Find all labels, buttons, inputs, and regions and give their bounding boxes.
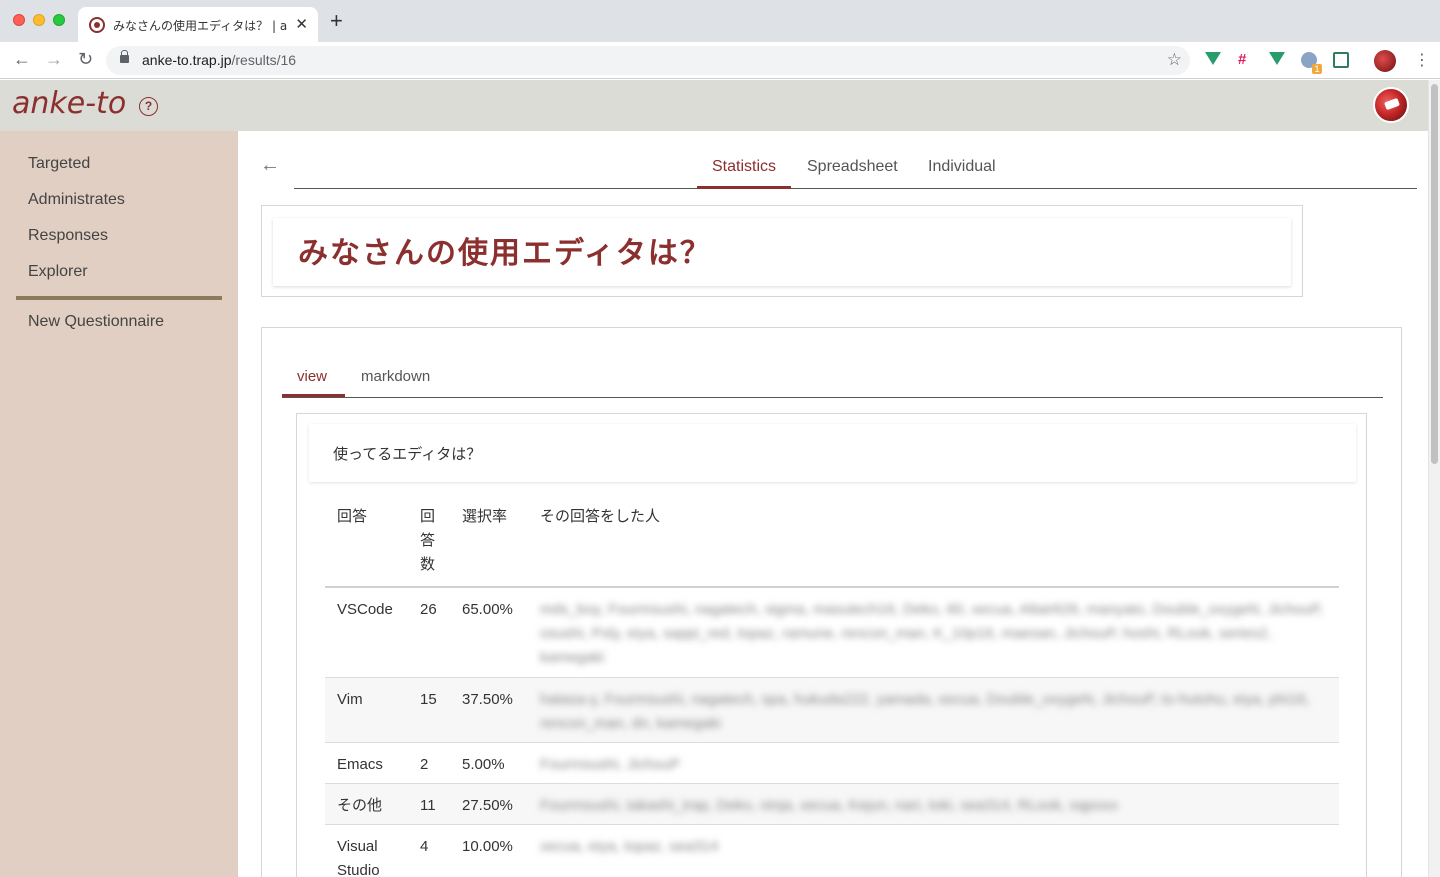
help-icon[interactable]: ?	[139, 97, 158, 116]
maximize-window-button[interactable]	[53, 14, 65, 26]
extension-badge: 1	[1312, 64, 1322, 74]
browser-toolbar: ← → ↻ anke-to.trap.jp/results/16 ☆ # 1 ⋮	[0, 42, 1440, 79]
people-cell: Fourmsushi, JichouP	[540, 756, 681, 773]
page-scrollbar[interactable]	[1428, 80, 1440, 877]
title-card-inner: みなさんの使用エディタは？	[273, 218, 1291, 286]
tab-close-icon[interactable]: ✕	[295, 15, 308, 33]
answer-cell: その他	[337, 797, 383, 814]
scrollbar-thumb[interactable]	[1431, 84, 1438, 464]
table-row: Emacs 2 5.00% Fourmsushi, JichouP	[325, 743, 1339, 784]
answer-cell: VSCode	[337, 601, 393, 618]
address-bar[interactable]: anke-to.trap.jp/results/16 ☆	[106, 46, 1190, 75]
column-header-answer: 回答	[337, 507, 368, 525]
table-row: その他 11 27.50% Fourmsushi, takashi_trap, …	[325, 784, 1339, 825]
title-card: みなさんの使用エディタは？	[261, 205, 1303, 297]
column-header-count: 回 答 数	[420, 507, 436, 573]
url-text: anke-to.trap.jp/results/16	[142, 52, 296, 68]
column-header-rate: 選択率	[462, 507, 508, 525]
minimize-window-button[interactable]	[33, 14, 45, 26]
people-cell: Fourmsushi, takashi_trap, Deko, ninja, x…	[540, 797, 1118, 814]
extension-square-icon[interactable]	[1333, 52, 1349, 68]
back-arrow-icon[interactable]: ←	[13, 49, 31, 70]
sidebar: Targeted Administrates Responses Explore…	[0, 131, 238, 877]
slack-extension-icon[interactable]: #	[1238, 52, 1254, 68]
rate-cell: 27.50%	[462, 797, 513, 814]
app-logo[interactable]: anke-to	[12, 86, 126, 121]
rate-cell: 65.00%	[462, 601, 513, 618]
column-header-people: その回答をした人	[540, 507, 661, 525]
close-window-button[interactable]	[13, 14, 25, 26]
page-title: みなさんの使用エディタは？	[298, 236, 712, 271]
answer-cell: Emacs	[337, 756, 383, 773]
lock-icon	[120, 50, 129, 63]
tab-markdown[interactable]: markdown	[361, 368, 430, 385]
user-avatar[interactable]	[1373, 87, 1409, 123]
url-path: /results/16	[231, 52, 297, 68]
sidebar-item-explorer[interactable]: Explorer	[28, 263, 88, 281]
answer-cell: Vim	[337, 691, 363, 708]
people-cell: hatasa-y, Fourmsushi, nagatech, spa, huk…	[540, 691, 1310, 732]
people-cell: xecua, eiya, topaz, sea314	[540, 838, 719, 855]
active-tab-indicator	[697, 186, 791, 189]
sidebar-item-administrates[interactable]: Administrates	[28, 191, 125, 209]
vue-extension-icon[interactable]	[1269, 52, 1285, 65]
count-cell: 15	[420, 691, 437, 708]
count-cell: 2	[420, 756, 429, 773]
sub-tabs-divider	[282, 397, 1383, 398]
active-sub-tab-indicator	[282, 394, 345, 397]
forward-arrow-icon[interactable]: →	[45, 49, 63, 70]
tabs-divider	[294, 188, 1417, 189]
new-tab-button[interactable]: +	[330, 10, 343, 32]
browser-menu-icon[interactable]: ⋮	[1414, 50, 1430, 70]
statistics-card: view markdown 使ってるエディタは？ 回答 回 答 数 選択率 その…	[261, 327, 1402, 877]
tab-individual[interactable]: Individual	[928, 158, 996, 176]
sidebar-item-targeted[interactable]: Targeted	[28, 155, 90, 173]
sidebar-divider	[16, 296, 222, 300]
count-cell: 26	[420, 601, 437, 618]
vue-devtools-extension-icon[interactable]	[1205, 52, 1221, 65]
tab-view[interactable]: view	[297, 368, 327, 385]
browser-tab-strip: みなさんの使用エディタは？ | anke-to ✕ +	[0, 0, 1440, 42]
question-header: 使ってるエディタは？	[309, 424, 1356, 482]
question-text: 使ってるエディタは？	[333, 445, 482, 463]
question-card: 使ってるエディタは？ 回答 回 答 数 選択率 その回答をした人 VSCode …	[296, 413, 1367, 877]
tab-statistics[interactable]: Statistics	[712, 158, 776, 176]
browser-tab-title: みなさんの使用エディタは？ | anke-to	[113, 19, 288, 33]
sidebar-item-responses[interactable]: Responses	[28, 227, 108, 245]
url-host: anke-to.trap.jp	[142, 52, 232, 68]
table-row: Visual Studio 4 10.00% xecua, eiya, topa…	[325, 825, 1339, 877]
browser-profile-avatar[interactable]	[1374, 50, 1396, 72]
app-header: anke-to ?	[0, 80, 1428, 131]
back-arrow-icon[interactable]: ←	[260, 154, 280, 177]
people-cell: mds_boy, Fourmsushi, nagatech, sigma, ma…	[540, 601, 1324, 666]
rate-cell: 37.50%	[462, 691, 513, 708]
count-cell: 4	[420, 838, 429, 855]
table-row: VSCode 26 65.00% mds_boy, Fourmsushi, na…	[325, 588, 1339, 678]
anke-to-favicon-icon	[89, 17, 105, 33]
rate-cell: 5.00%	[462, 756, 505, 773]
rate-cell: 10.00%	[462, 838, 513, 855]
answer-cell: Visual Studio	[337, 838, 380, 877]
browser-tab[interactable]: みなさんの使用エディタは？ | anke-to ✕	[78, 7, 318, 42]
reload-icon[interactable]: ↻	[78, 49, 93, 70]
tab-spreadsheet[interactable]: Spreadsheet	[807, 158, 898, 176]
table-row: Vim 15 37.50% hatasa-y, Fourmsushi, naga…	[325, 678, 1339, 743]
new-questionnaire-link[interactable]: New Questionnaire	[28, 313, 164, 331]
count-cell: 11	[420, 797, 436, 814]
bookmark-star-icon[interactable]: ☆	[1167, 50, 1182, 70]
